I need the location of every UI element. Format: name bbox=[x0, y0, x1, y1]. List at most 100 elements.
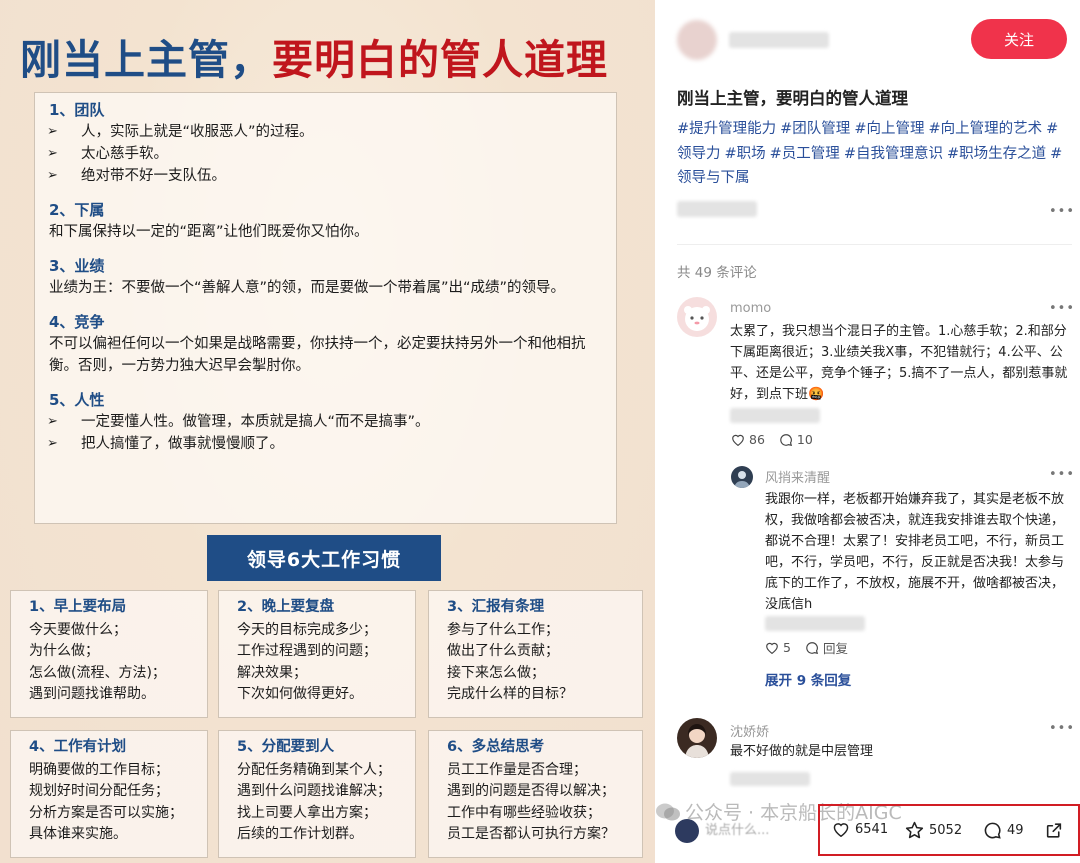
habit-line: 后续的工作计划群。 bbox=[237, 826, 363, 842]
commenter-avatar[interactable] bbox=[677, 718, 717, 758]
reply-count: 10 bbox=[796, 432, 813, 447]
habit-line: 具体谁来实施。 bbox=[29, 826, 127, 842]
habit-card: 2、晚上要复盘 今天的目标完成多少； 工作过程遇到的问题； 解决效果； 下次如何… bbox=[218, 590, 416, 718]
hashtag-link[interactable]: #向上管理的艺术 bbox=[928, 121, 1042, 137]
comment-actions: 86 10 bbox=[731, 432, 827, 447]
habit-line: 接下来怎么做； bbox=[447, 664, 545, 681]
my-avatar bbox=[675, 819, 699, 843]
like-total: 6541 bbox=[855, 821, 889, 837]
habit-title: 1、早上要布局 bbox=[29, 599, 127, 615]
arrow-bullet-icon: ➢ bbox=[47, 414, 58, 429]
habit-card: 4、工作有计划 明确要做的工作目标； 规划好时间分配任务； 分析方案是否可以实施… bbox=[10, 730, 208, 858]
habit-title: 6、多总结思考 bbox=[447, 739, 545, 755]
expand-replies-link[interactable]: 展开 9 条回复 bbox=[765, 669, 851, 689]
post-image[interactable]: 刚当上主管，要明白的管人道理 1、团队 ➢ 人，实际上就是“收服恶人”的过程。 ➢… bbox=[0, 0, 655, 863]
share-button[interactable] bbox=[1044, 821, 1069, 840]
habit-title: 3、汇报有条理 bbox=[447, 599, 545, 615]
hashtag-link[interactable]: #员工管理 bbox=[770, 146, 840, 162]
star-icon bbox=[905, 821, 924, 839]
habit-card: 6、多总结思考 员工工作量是否合理； 遇到的问题是否得以解决； 工作中有哪些经验… bbox=[428, 730, 643, 858]
habit-card: 1、早上要布局 今天要做什么； 为什么做； 怎么做(流程、方法)； 遇到问题找谁… bbox=[10, 590, 208, 718]
habit-line: 解决效果； bbox=[237, 664, 307, 681]
bullet-item: ➢ 太心慈手软。 bbox=[47, 143, 604, 165]
comment-input[interactable]: 说点什么... bbox=[705, 819, 769, 838]
section-team: 1、团队 ➢ 人，实际上就是“收服恶人”的过程。 ➢ 太心慈手软。 ➢ 绝对带不好一支… bbox=[47, 99, 604, 187]
commenter-name[interactable]: momo bbox=[730, 301, 771, 316]
bullet-item: ➢ 绝对带不好一支队伍。 bbox=[47, 165, 604, 187]
commenter-name[interactable]: 风捎来清醒 bbox=[765, 467, 830, 486]
section-text: 和下属保持以一定的“距离”让他们既爱你又怕你。 bbox=[49, 224, 369, 240]
principles-box: 1、团队 ➢ 人，实际上就是“收服恶人”的过程。 ➢ 太心慈手软。 ➢ 绝对带不好一支… bbox=[34, 92, 617, 524]
commenter-avatar[interactable] bbox=[731, 466, 753, 488]
comment-actions: 5 回复 bbox=[765, 638, 862, 657]
comment-bubble-icon bbox=[806, 641, 819, 654]
comment-like-button[interactable]: 5 bbox=[765, 640, 791, 655]
hashtag-link[interactable]: #职场 bbox=[725, 146, 766, 162]
habit-line: 今天的目标完成多少； bbox=[237, 621, 377, 638]
section-text: 业绩为王：不要做一个“善解人意”的领，而是要做一个带着属”出“成绩”的领导。 bbox=[49, 280, 566, 296]
commenter-name[interactable]: 沈娇娇 bbox=[730, 721, 769, 740]
habit-line: 完成什么样的目标？ bbox=[447, 686, 573, 702]
habit-line: 明确要做的工作目标； bbox=[29, 761, 169, 778]
commenter-avatar[interactable] bbox=[677, 297, 717, 337]
comment-like-button[interactable]: 86 bbox=[731, 432, 765, 447]
section-human-nature: 5、人性 ➢ 一定要懂人性。做管理，本质就是搞人“而不是搞事”。 ➢ 把人搞懂了，做… bbox=[47, 389, 604, 455]
habit-line: 员工是否都认可执行方案？ bbox=[447, 826, 615, 842]
habit-line: 遇到的问题是否得以解决； bbox=[447, 783, 615, 799]
section-subordinates: 2、下属 和下属保持以一定的“距离”让他们既爱你又怕你。 bbox=[47, 199, 604, 243]
favorite-total: 5052 bbox=[929, 822, 963, 838]
bullet-text: 太心慈手软。 bbox=[81, 146, 168, 162]
hashtag-link[interactable]: #职场生存之道 bbox=[947, 146, 1046, 162]
more-options-icon[interactable]: ••• bbox=[1049, 721, 1075, 736]
hashtag-link[interactable]: #团队管理 bbox=[780, 121, 850, 137]
comment-date-blurred bbox=[730, 772, 810, 786]
section-heading: 4、竞争 bbox=[49, 313, 105, 331]
habit-line: 分配任务精确到某个人； bbox=[237, 761, 391, 778]
comment-button[interactable]: 49 bbox=[983, 821, 1024, 840]
bullet-item: ➢ 一定要懂人性。做管理，本质就是搞人“而不是搞事”。 bbox=[47, 411, 604, 433]
post-title: 刚当上主管，要明白的管人道理 bbox=[677, 89, 908, 108]
follow-button[interactable]: 关注 bbox=[971, 19, 1067, 59]
arrow-bullet-icon: ➢ bbox=[47, 124, 58, 139]
bullet-item: ➢ 把人搞懂了，做事就慢慢顺了。 bbox=[47, 433, 604, 455]
comment-date-blurred bbox=[765, 616, 865, 631]
comment-text: 我跟你一样，老板都开始嫌弃我了，其实是老板不放权，我做啥都会被否决，就连我安排谁… bbox=[765, 492, 1065, 612]
comment-bubble-icon bbox=[984, 822, 1001, 839]
author-name-blurred[interactable] bbox=[729, 32, 829, 48]
bullet-text: 绝对带不好一支队伍。 bbox=[81, 168, 226, 184]
habit-line: 怎么做(流程、方法)； bbox=[29, 664, 166, 681]
comment-total: 49 bbox=[1007, 823, 1024, 838]
comment-reply-button[interactable]: 10 bbox=[779, 432, 813, 447]
section-heading: 1、团队 bbox=[49, 101, 105, 119]
arrow-bullet-icon: ➢ bbox=[47, 436, 58, 451]
comment-text: 太累了，我只想当个混日子的主管。1.心慈手软；2.和部分下属距离很近；3.业绩关… bbox=[730, 324, 1068, 402]
section-text: 不可以偏袒任何以一个如果是战略需要，你扶持一个，必定要扶持另外一个和他相抗衡。否… bbox=[49, 336, 586, 374]
comment-count: 共 49 条评论 bbox=[677, 265, 757, 281]
more-options-icon[interactable]: ••• bbox=[1049, 467, 1075, 482]
like-button[interactable]: 6541 bbox=[832, 821, 888, 837]
habit-title: 5、分配要到人 bbox=[237, 739, 335, 755]
comment-bubble-icon bbox=[780, 433, 792, 446]
favorite-button[interactable]: 5052 bbox=[905, 821, 962, 839]
author-avatar[interactable] bbox=[677, 20, 717, 60]
habit-card: 3、汇报有条理 参与了什么工作； 做出了什么贡献； 接下来怎么做； 完成什么样的… bbox=[428, 590, 643, 718]
habit-title: 2、晚上要复盘 bbox=[237, 599, 335, 615]
habit-card: 5、分配要到人 分配任务精确到某个人； 遇到什么问题找谁解决； 找上司要人拿出方… bbox=[218, 730, 416, 858]
share-icon bbox=[1046, 823, 1062, 838]
arrow-bullet-icon: ➢ bbox=[47, 168, 58, 183]
bullet-item: ➢ 人，实际上就是“收服恶人”的过程。 bbox=[47, 121, 604, 143]
heart-icon bbox=[732, 434, 744, 446]
comment-reply-button[interactable]: 回复 bbox=[805, 638, 848, 657]
habit-line: 遇到什么问题找谁解决； bbox=[237, 783, 391, 799]
hashtag-link[interactable]: #自我管理意识 bbox=[844, 146, 943, 162]
hashtag-link[interactable]: #提升管理能力 bbox=[677, 121, 776, 137]
more-options-icon[interactable]: ••• bbox=[1049, 204, 1075, 219]
post-date-blurred bbox=[677, 201, 757, 217]
hashtag-link[interactable]: #向上管理 bbox=[854, 121, 924, 137]
heart-icon bbox=[833, 823, 849, 837]
habit-line: 工作中有哪些经验收获； bbox=[447, 804, 601, 821]
habit-line: 工作过程遇到的问题； bbox=[237, 643, 377, 659]
comment-date-blurred bbox=[730, 408, 820, 423]
section-heading: 2、下属 bbox=[49, 201, 105, 219]
more-options-icon[interactable]: ••• bbox=[1049, 301, 1075, 316]
